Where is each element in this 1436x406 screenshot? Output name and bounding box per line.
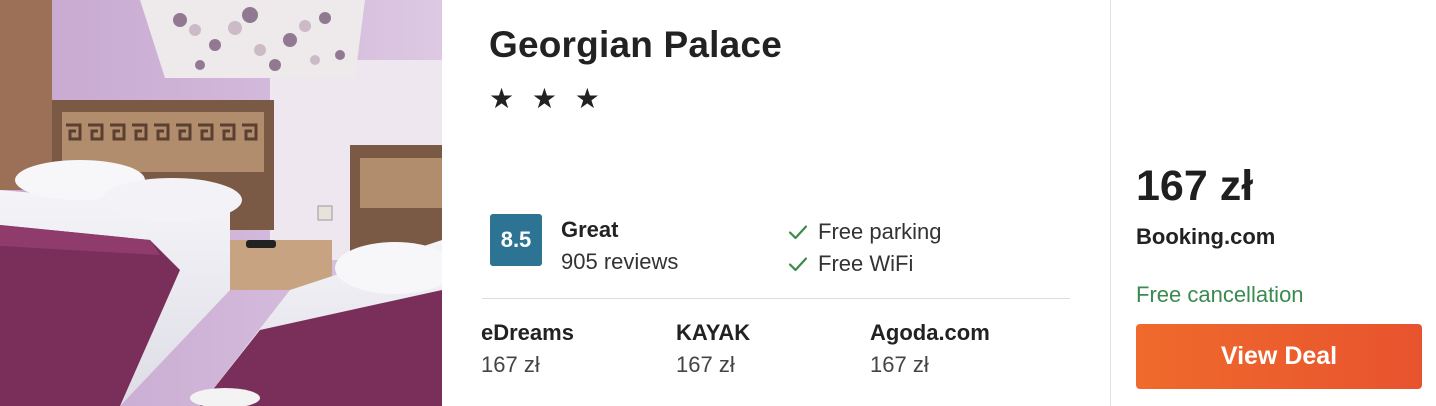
hotel-room-image — [0, 0, 442, 406]
amenity-label: Free parking — [818, 219, 942, 244]
amenity-item: Free parking — [788, 219, 942, 245]
check-icon — [788, 254, 808, 274]
provider-price: 167 zł — [676, 352, 735, 377]
amenity-item: Free WiFi — [788, 251, 913, 277]
deal-provider: Booking.com — [1136, 224, 1276, 249]
rating-score-badge: 8.5 — [490, 214, 542, 266]
deal-price: 167 zł — [1136, 162, 1254, 210]
view-deal-button[interactable]: View Deal — [1136, 324, 1422, 389]
check-icon — [788, 222, 808, 242]
provider-price-kayak[interactable]: KAYAK 167 zł — [676, 320, 866, 378]
provider-name: KAYAK — [676, 320, 751, 345]
section-divider — [482, 298, 1070, 299]
star-rating-icon: ★ ★ ★ — [489, 83, 605, 114]
column-separator — [1110, 0, 1111, 406]
amenity-label: Free WiFi — [818, 251, 914, 276]
provider-price: 167 zł — [870, 352, 929, 377]
provider-price-edreams[interactable]: eDreams 167 zł — [481, 320, 671, 378]
review-count-link[interactable]: 905 reviews — [561, 249, 678, 275]
hotel-name[interactable]: Georgian Palace — [489, 24, 782, 66]
provider-name: Agoda.com — [870, 320, 990, 345]
hotel-result-card: Georgian Palace ★ ★ ★ 8.5 Great 905 revi… — [0, 0, 1436, 406]
provider-price-agoda[interactable]: Agoda.com 167 zł — [870, 320, 1060, 378]
free-cancellation-label: Free cancellation — [1136, 282, 1304, 307]
hotel-photo[interactable] — [0, 0, 442, 406]
rating-label: Great — [561, 217, 619, 242]
provider-name: eDreams — [481, 320, 574, 345]
provider-price: 167 zł — [481, 352, 540, 377]
